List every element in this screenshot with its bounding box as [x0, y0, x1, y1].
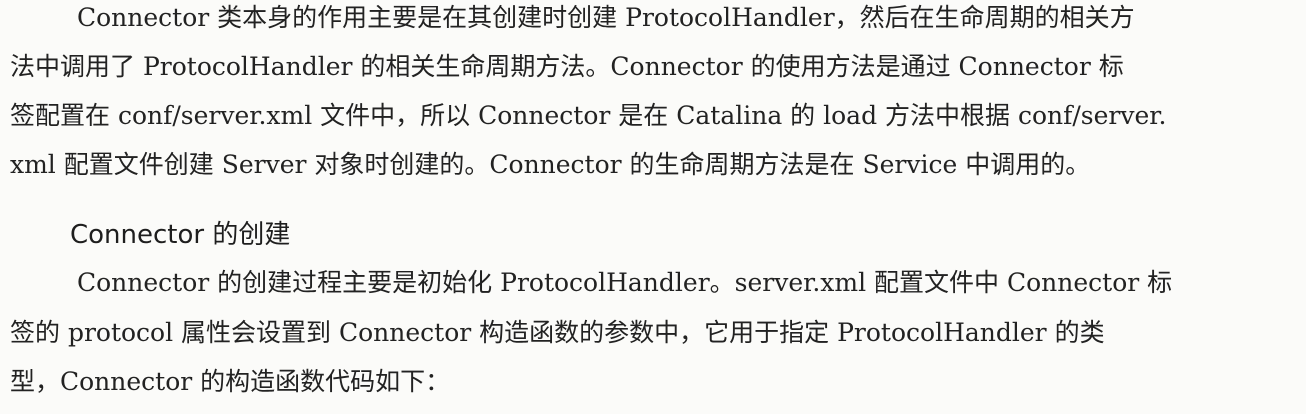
section-heading: Connector 的创建 [70, 220, 291, 250]
paragraph-line: 签配置在 conf/server.xml 文件中，所以 Connector 是在… [10, 101, 1167, 130]
paragraph-line: Connector 的创建过程主要是初始化 ProtocolHandler。se… [77, 268, 1173, 297]
paragraph-line: 法中调用了 ProtocolHandler 的相关生命周期方法。Connecto… [10, 52, 1124, 81]
paragraph-line: xml 配置文件创建 Server 对象时创建的。Connector 的生命周期… [10, 150, 1091, 179]
paragraph-line: 签的 protocol 属性会设置到 Connector 构造函数的参数中，它用… [10, 318, 1105, 347]
document-page: Connector 类本身的作用主要是在其创建时创建 ProtocolHandl… [0, 0, 1306, 414]
paragraph-line: Connector 类本身的作用主要是在其创建时创建 ProtocolHandl… [77, 3, 1135, 32]
paragraph-line: 型，Connector 的构造函数代码如下： [10, 367, 451, 396]
